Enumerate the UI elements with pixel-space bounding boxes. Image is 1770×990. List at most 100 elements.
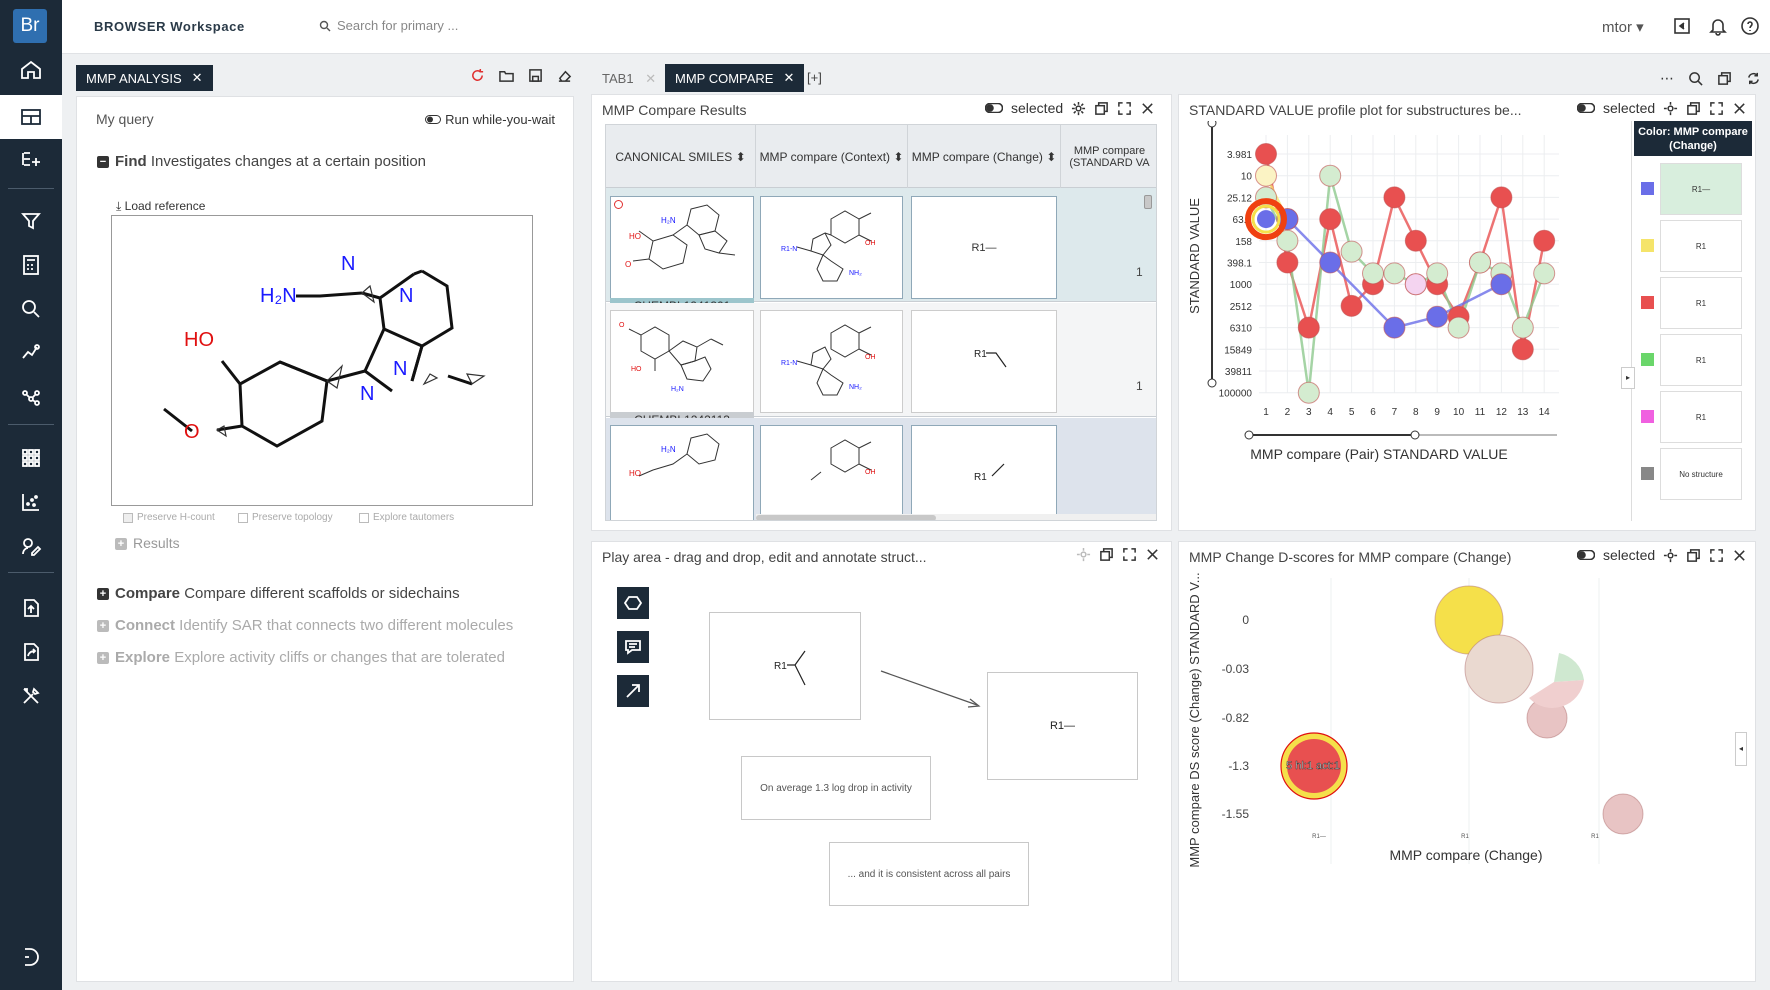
profile-plot[interactable]: 3.9811025.1263.1158398.11000251263101584…	[1179, 121, 1619, 531]
context-thumbnail[interactable]: R1-N NH₂ OH	[760, 310, 903, 413]
app-logo[interactable]: Br	[13, 9, 47, 43]
explore-tautomers-checkbox[interactable]: Explore tautomers	[359, 512, 454, 523]
add-comment-button[interactable]	[617, 631, 649, 663]
collapse-icon[interactable]	[1672, 16, 1692, 36]
legend-item[interactable]: R1	[1634, 389, 1754, 446]
column-header-change[interactable]: MMP compare (Change) ⬍	[908, 125, 1061, 188]
add-structure-button[interactable]	[617, 587, 649, 619]
close-icon[interactable]	[1145, 547, 1160, 562]
bell-icon[interactable]	[1708, 16, 1728, 36]
search-icon[interactable]	[0, 287, 62, 331]
molecule-thumbnail[interactable]: H₂N HO	[610, 425, 754, 520]
scatter-icon[interactable]	[0, 480, 62, 524]
collapse-icon[interactable]: −	[97, 156, 109, 169]
run-toggle[interactable]: Run while-you-wait	[425, 112, 555, 127]
grid-icon[interactable]	[0, 436, 62, 480]
add-arrow-button[interactable]	[617, 675, 649, 707]
tab-tab1[interactable]: TAB1 ✕	[602, 71, 656, 87]
close-icon[interactable]	[1732, 101, 1747, 116]
home-icon[interactable]	[0, 48, 62, 92]
toggle-icon[interactable]	[1577, 550, 1595, 560]
search-box[interactable]: Search for primary ...	[319, 18, 458, 33]
column-header-context[interactable]: MMP compare (Context) ⬍	[756, 125, 908, 188]
gear-icon[interactable]	[1076, 547, 1091, 562]
save-icon[interactable]	[528, 68, 543, 83]
copy-icon[interactable]	[1717, 71, 1732, 86]
tab-mmp-analysis[interactable]: MMP ANALYSIS ✕	[76, 65, 213, 91]
maximize-icon[interactable]	[1709, 548, 1724, 563]
expand-panel-icon[interactable]: ◂	[1735, 732, 1747, 766]
annotation-note[interactable]: On average 1.3 log drop in activity	[741, 756, 931, 820]
gear-icon[interactable]	[1663, 548, 1678, 563]
add-data-icon[interactable]	[0, 139, 62, 183]
user-menu[interactable]: mtor ▾	[1602, 18, 1644, 36]
more-icon[interactable]: ⋯	[1660, 70, 1674, 87]
structure-editor[interactable]: H₂N N N N N HO O	[111, 215, 533, 506]
compare-option[interactable]: + Compare Compare different scaffolds or …	[97, 585, 460, 602]
legend-item[interactable]: R1	[1634, 218, 1754, 275]
structure-card[interactable]: R1	[709, 612, 861, 720]
preserve-hcount-checkbox[interactable]: Preserve H-count	[123, 512, 215, 523]
horizontal-scrollbar[interactable]	[756, 514, 1156, 520]
sync-icon[interactable]	[1746, 71, 1761, 86]
molecule-thumbnail[interactable]: O HO H₂N	[610, 310, 754, 414]
legend-item[interactable]: R1	[1634, 332, 1754, 389]
duplicate-icon[interactable]	[1099, 547, 1114, 562]
find-option[interactable]: − Find Investigates changes at a certain …	[97, 153, 426, 170]
column-header-value[interactable]: MMP compare (STANDARD VA	[1061, 125, 1156, 188]
gear-icon[interactable]	[1663, 101, 1678, 116]
export-icon[interactable]	[0, 586, 62, 630]
close-icon[interactable]: ✕	[645, 71, 656, 86]
add-tab-button[interactable]: [+]	[807, 70, 822, 85]
share-icon[interactable]	[0, 630, 62, 674]
load-reference-link[interactable]: ⤓ Load reference	[116, 199, 205, 214]
target-icon[interactable]	[614, 200, 623, 209]
legend-item[interactable]: No structure	[1634, 446, 1754, 503]
search-icon[interactable]	[1688, 71, 1703, 86]
connect-option[interactable]: + Connect Identify SAR that connects two …	[97, 617, 513, 634]
toggle-icon[interactable]	[1577, 103, 1595, 113]
column-header-smiles[interactable]: CANONICAL SMILES ⬍	[606, 125, 756, 188]
results-table[interactable]: CANONICAL SMILES ⬍ MMP compare (Context)…	[605, 124, 1157, 521]
context-thumbnail[interactable]: OH	[760, 425, 903, 520]
annotation-note[interactable]: ... and it is consistent across all pair…	[829, 842, 1029, 906]
layout-icon[interactable]	[0, 95, 62, 139]
toggle-icon[interactable]	[985, 103, 1003, 113]
change-thumbnail[interactable]: R1—	[911, 196, 1057, 299]
edit-icon[interactable]	[0, 524, 62, 568]
maximize-icon[interactable]	[1709, 101, 1724, 116]
connector-arrow[interactable]	[877, 667, 987, 712]
maximize-icon[interactable]	[1117, 101, 1132, 116]
preserve-topology-checkbox[interactable]: Preserve topology	[238, 512, 333, 523]
close-icon[interactable]	[1732, 548, 1747, 563]
tools-icon[interactable]	[0, 674, 62, 718]
context-thumbnail[interactable]: R1-N NH₂ OH	[760, 196, 903, 299]
results-section[interactable]: + Results	[115, 535, 180, 551]
help-icon[interactable]	[1740, 16, 1760, 36]
filter-icon[interactable]	[0, 199, 62, 243]
duplicate-icon[interactable]	[1686, 548, 1701, 563]
eraser-icon[interactable]	[557, 68, 572, 83]
close-icon[interactable]: ✕	[783, 70, 794, 86]
change-thumbnail[interactable]: R1	[911, 310, 1057, 413]
close-icon[interactable]	[1140, 101, 1155, 116]
network-icon[interactable]	[0, 375, 62, 419]
change-thumbnail[interactable]: R1	[911, 425, 1057, 520]
molecule-thumbnail[interactable]: H₂N HO O	[610, 196, 754, 300]
analysis-icon[interactable]	[0, 331, 62, 375]
vertical-scrollbar[interactable]	[1144, 195, 1154, 520]
legend-item[interactable]: R1—	[1634, 161, 1754, 218]
legend-item[interactable]: R1	[1634, 275, 1754, 332]
expand-legend-icon[interactable]: ▸	[1621, 367, 1635, 389]
gear-icon[interactable]	[1071, 101, 1086, 116]
dscore-plot[interactable]: 0 -0.03 -0.82 -1.3 -1.55 5 hl:1 act:1 R1— R1 R1 M…	[1179, 568, 1739, 978]
tab-mmp-compare[interactable]: MMP COMPARE ✕	[665, 64, 805, 92]
duplicate-icon[interactable]	[1094, 101, 1109, 116]
structure-card[interactable]: R1—	[987, 672, 1138, 780]
explore-option[interactable]: + Explore Explore activity cliffs or chan…	[97, 649, 505, 666]
calculator-icon[interactable]	[0, 243, 62, 287]
duplicate-icon[interactable]	[1686, 101, 1701, 116]
refresh-icon[interactable]	[470, 68, 485, 83]
close-icon[interactable]: ✕	[192, 70, 203, 86]
maximize-icon[interactable]	[1122, 547, 1137, 562]
